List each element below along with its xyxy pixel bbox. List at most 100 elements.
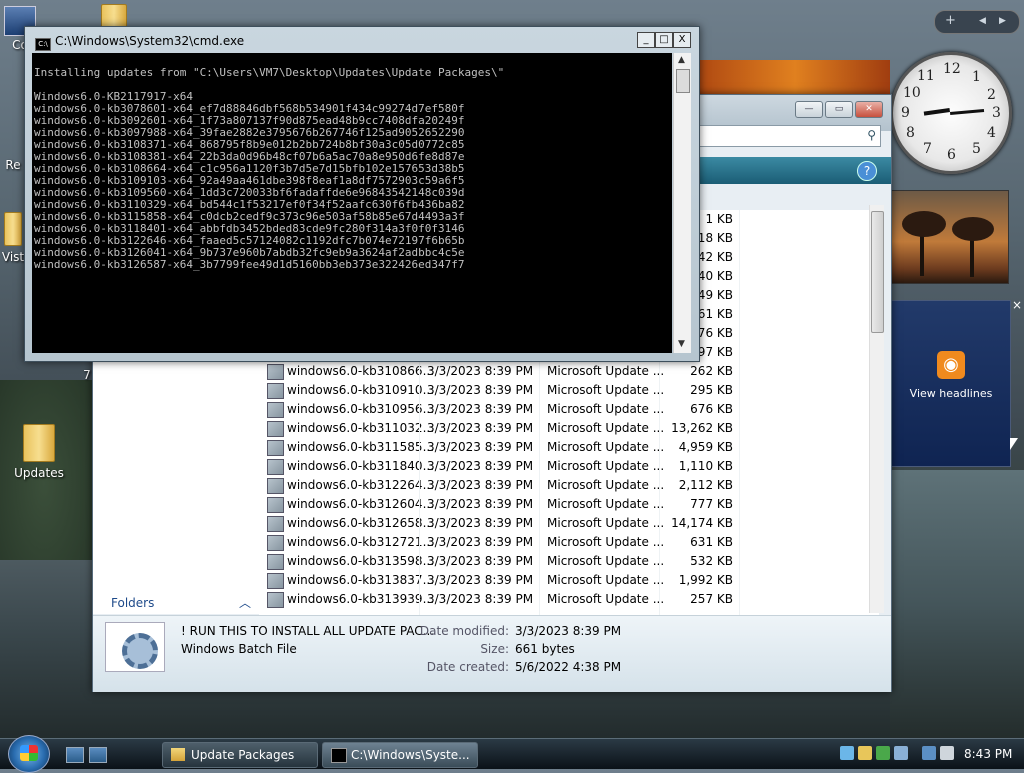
desktop-icon-recycle[interactable]: Re [0, 158, 26, 172]
table-row[interactable]: windows6.0-kb311585... 3/3/2023 8:39 PM … [259, 438, 879, 457]
security-icon[interactable] [858, 746, 872, 760]
file-name: windows6.0-kb313837... [287, 573, 435, 587]
search-icon[interactable]: ⚲ [867, 128, 876, 142]
clock-time[interactable]: 8:43 PM [964, 747, 1012, 761]
file-size: 1,110 KB [678, 459, 733, 473]
clock-gadget[interactable]: 12 1 2 3 4 5 6 7 8 9 10 11 [890, 52, 1012, 174]
network-icon[interactable] [922, 746, 936, 760]
search-input[interactable]: ⚲ [699, 125, 881, 147]
switch-windows-icon[interactable] [89, 747, 107, 763]
table-row[interactable]: windows6.0-kb312658... 3/3/2023 8:39 PM … [259, 514, 879, 533]
table-row[interactable]: windows6.0-kb310910... 3/3/2023 8:39 PM … [259, 381, 879, 400]
add-gadget-button[interactable]: + [945, 13, 956, 28]
date-modified-label: Date modified: [419, 624, 509, 638]
file-date: 3/3/2023 8:39 PM [427, 592, 534, 606]
file-type: Microsoft Update ... [547, 402, 665, 416]
file-type: Microsoft Update ... [547, 383, 665, 397]
file-date: 3/3/2023 8:39 PM [427, 497, 534, 511]
file-date: 3/3/2023 8:39 PM [427, 440, 534, 454]
show-desktop-icon[interactable] [66, 747, 84, 763]
start-button[interactable] [8, 735, 50, 773]
app-tray-icon[interactable] [876, 746, 890, 760]
slideshow-gadget[interactable] [891, 190, 1009, 284]
desktop-icon-label: 7 [83, 368, 91, 382]
scrollbar-thumb[interactable] [871, 211, 884, 333]
console-output[interactable]: Installing updates from "C:\Users\VM7\De… [32, 53, 672, 353]
file-name: windows6.0-kb311032... [287, 421, 435, 435]
clock-number: 3 [992, 105, 1001, 121]
table-row[interactable]: windows6.0-kb311032... 3/3/2023 8:39 PM … [259, 419, 879, 438]
task-cmd[interactable]: C:\Windows\Syste... [322, 742, 478, 768]
table-row[interactable]: windows6.0-kb312264... 3/3/2023 8:39 PM … [259, 476, 879, 495]
app-tray-icon[interactable] [894, 746, 908, 760]
file-list-scrollbar[interactable] [869, 205, 884, 613]
clock-number: 6 [947, 147, 956, 163]
scroll-up-arrow[interactable]: ▲ [678, 55, 685, 65]
desktop-icon-vista[interactable]: Vist [0, 212, 26, 264]
clock-number: 5 [972, 141, 981, 157]
file-size: 295 KB [690, 383, 733, 397]
next-page-button[interactable]: ▶ [999, 16, 1006, 26]
maximize-button[interactable]: ▭ [825, 101, 853, 118]
system-tray: 8:43 PM [836, 743, 1022, 765]
table-row[interactable]: windows6.0-kb311840... 3/3/2023 8:39 PM … [259, 457, 879, 476]
cmd-window[interactable]: C:\ C:\Windows\System32\cmd.exe _ □ X Ins… [24, 26, 700, 362]
close-button[interactable]: X [673, 32, 691, 48]
view-headlines-link[interactable]: View headlines [892, 387, 1010, 400]
cmd-icon: C:\ [35, 38, 51, 51]
scrollbar-thumb[interactable] [676, 69, 690, 93]
desktop-icon-updates[interactable]: Updates [4, 424, 74, 480]
minimize-button[interactable]: — [795, 101, 823, 118]
table-row[interactable]: windows6.0-kb312721... 3/3/2023 8:39 PM … [259, 533, 879, 552]
table-row[interactable]: windows6.0-kb313939... 3/3/2023 8:39 PM … [259, 590, 879, 609]
close-button[interactable]: ✕ [855, 101, 883, 118]
mouse-cursor [1010, 438, 1018, 450]
maximize-button[interactable]: □ [655, 32, 673, 48]
folders-toggle[interactable]: Folders ︿ [99, 592, 259, 614]
cmd-title: C:\Windows\System32\cmd.exe [55, 34, 245, 48]
table-row[interactable]: windows6.0-kb310956... 3/3/2023 8:39 PM … [259, 400, 879, 419]
clock-number: 9 [901, 105, 910, 121]
file-type: Microsoft Update ... [547, 478, 665, 492]
file-size: 257 KB [690, 592, 733, 606]
file-name: windows6.0-kb313939... [287, 592, 435, 606]
size-value: 661 bytes [515, 642, 575, 656]
help-icon[interactable]: ? [857, 161, 877, 181]
minimize-button[interactable]: _ [637, 32, 655, 48]
table-row[interactable]: windows6.0-kb312604... 3/3/2023 8:39 PM … [259, 495, 879, 514]
file-type: Microsoft Update ... [547, 440, 665, 454]
table-row[interactable]: windows6.0-kb313837... 3/3/2023 8:39 PM … [259, 571, 879, 590]
console-scrollbar[interactable]: ▲ ▼ [673, 53, 691, 353]
file-name: windows6.0-kb310866... [287, 364, 435, 378]
desktop-icon-label: Re [5, 158, 21, 172]
task-update-packages[interactable]: Update Packages [162, 742, 318, 768]
tree-trunk [920, 231, 924, 276]
file-size: 777 KB [690, 497, 733, 511]
date-modified-value: 3/3/2023 8:39 PM [515, 624, 622, 638]
file-size: 532 KB [690, 554, 733, 568]
windows-update-icon[interactable] [840, 746, 854, 760]
update-file-icon [267, 402, 284, 418]
gadget-close-button[interactable]: × [1012, 298, 1022, 312]
feed-headlines-gadget[interactable]: ◉ View headlines [891, 300, 1011, 467]
clock-hour-hand [923, 108, 950, 116]
file-name: windows6.0-kb310956... [287, 402, 435, 416]
folder-icon [101, 4, 127, 28]
file-type: Microsoft Update ... [547, 364, 665, 378]
prev-page-button[interactable]: ◀ [979, 16, 986, 26]
table-row[interactable]: windows6.0-kb310866... 3/3/2023 8:39 PM … [259, 362, 879, 381]
clock-number: 2 [987, 87, 996, 103]
cmd-titlebar[interactable]: C:\ C:\Windows\System32\cmd.exe [35, 34, 244, 51]
file-name: windows6.0-kb312604... [287, 497, 435, 511]
file-date: 3/3/2023 8:39 PM [427, 459, 534, 473]
volume-muted-icon[interactable] [940, 746, 954, 760]
file-type: Microsoft Update ... [547, 573, 665, 587]
file-date: 3/3/2023 8:39 PM [427, 478, 534, 492]
table-row[interactable]: windows6.0-kb313598... 3/3/2023 8:39 PM … [259, 552, 879, 571]
file-size: 4,959 KB [678, 440, 733, 454]
file-name: windows6.0-kb312658... [287, 516, 435, 530]
file-name: windows6.0-kb312264... [287, 478, 435, 492]
scroll-down-arrow[interactable]: ▼ [678, 339, 685, 349]
folder-icon [171, 748, 185, 761]
task-label: Update Packages [191, 748, 295, 762]
